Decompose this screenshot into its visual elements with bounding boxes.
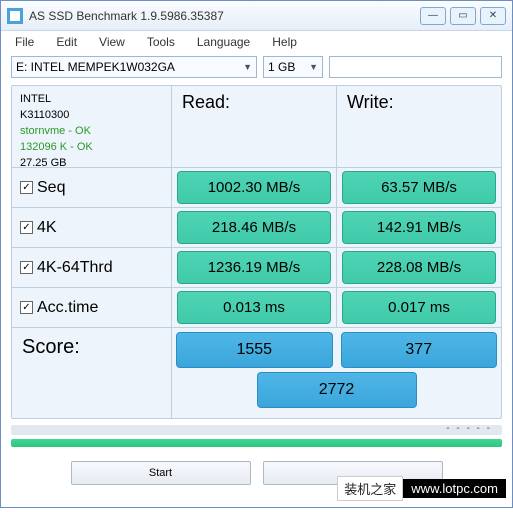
titlebar: AS SSD Benchmark 1.9.5986.35387 — ▭ ✕ bbox=[1, 1, 512, 31]
minimize-button[interactable]: — bbox=[420, 7, 446, 25]
4k-read: 218.46 MB/s bbox=[177, 211, 331, 244]
menu-edit[interactable]: Edit bbox=[56, 35, 77, 49]
drive-info: INTEL K3110300 stornvme - OK 132096 K - … bbox=[12, 86, 172, 167]
row-4k-64thrd: ✓ 4K-64Thrd 1236.19 MB/s 228.08 MB/s bbox=[12, 248, 501, 288]
menu-view[interactable]: View bbox=[99, 35, 125, 49]
info-model: K3110300 bbox=[20, 108, 163, 124]
label-score: Score: bbox=[12, 328, 172, 418]
checkbox-4k64[interactable]: ✓ bbox=[20, 261, 33, 274]
seq-write: 63.57 MB/s bbox=[342, 171, 496, 204]
drive-select-value: E: INTEL MEMPEK1W032GA bbox=[16, 60, 175, 74]
score-read: 1555 bbox=[176, 332, 333, 368]
results-panel: INTEL K3110300 stornvme - OK 132096 K - … bbox=[11, 85, 502, 419]
4k-write: 142.91 MB/s bbox=[342, 211, 496, 244]
chevron-down-icon: ▼ bbox=[309, 62, 318, 72]
score-total: 2772 bbox=[257, 372, 417, 408]
progress-area: - - - - - bbox=[11, 425, 502, 447]
drive-select[interactable]: E: INTEL MEMPEK1W032GA ▼ bbox=[11, 56, 257, 78]
menubar: File Edit View Tools Language Help bbox=[1, 31, 512, 53]
checkbox-seq[interactable]: ✓ bbox=[20, 181, 33, 194]
chevron-down-icon: ▼ bbox=[243, 62, 252, 72]
row-score: Score: 1555 377 2772 bbox=[12, 328, 501, 418]
acc-read: 0.013 ms bbox=[177, 291, 331, 324]
seq-read: 1002.30 MB/s bbox=[177, 171, 331, 204]
checkbox-4k[interactable]: ✓ bbox=[20, 221, 33, 234]
label-4k: 4K bbox=[37, 219, 57, 237]
progress-bar bbox=[11, 439, 502, 447]
watermark-url: www.lotpc.com bbox=[403, 479, 506, 498]
toolbar: E: INTEL MEMPEK1W032GA ▼ 1 GB ▼ bbox=[1, 53, 512, 81]
row-acc-time: ✓ Acc.time 0.013 ms 0.017 ms bbox=[12, 288, 501, 328]
watermark: 装机之家 www.lotpc.com bbox=[337, 476, 506, 501]
menu-file[interactable]: File bbox=[15, 35, 34, 49]
text-input[interactable] bbox=[329, 56, 502, 78]
watermark-text: 装机之家 bbox=[337, 476, 403, 501]
label-seq: Seq bbox=[37, 179, 65, 197]
app-window: AS SSD Benchmark 1.9.5986.35387 — ▭ ✕ Fi… bbox=[0, 0, 513, 508]
checkbox-acc[interactable]: ✓ bbox=[20, 301, 33, 314]
header-write: Write: bbox=[337, 86, 501, 167]
label-4k64: 4K-64Thrd bbox=[37, 259, 113, 277]
menu-language[interactable]: Language bbox=[197, 35, 250, 49]
4k64-write: 228.08 MB/s bbox=[342, 251, 496, 284]
row-seq: ✓ Seq 1002.30 MB/s 63.57 MB/s bbox=[12, 168, 501, 208]
app-icon bbox=[7, 8, 23, 24]
maximize-button[interactable]: ▭ bbox=[450, 7, 476, 25]
4k64-read: 1236.19 MB/s bbox=[177, 251, 331, 284]
acc-write: 0.017 ms bbox=[342, 291, 496, 324]
size-select[interactable]: 1 GB ▼ bbox=[263, 56, 323, 78]
score-write: 377 bbox=[341, 332, 498, 368]
info-vendor: INTEL bbox=[20, 92, 163, 108]
menu-tools[interactable]: Tools bbox=[147, 35, 175, 49]
size-select-value: 1 GB bbox=[268, 60, 295, 74]
window-title: AS SSD Benchmark 1.9.5986.35387 bbox=[29, 9, 420, 23]
row-4k: ✓ 4K 218.46 MB/s 142.91 MB/s bbox=[12, 208, 501, 248]
info-driver: stornvme - OK bbox=[20, 124, 163, 140]
label-acc: Acc.time bbox=[37, 299, 98, 317]
progress-marks: - - - - - bbox=[446, 423, 492, 434]
header-read: Read: bbox=[172, 86, 337, 167]
info-partition: 132096 K - OK bbox=[20, 140, 163, 156]
menu-help[interactable]: Help bbox=[272, 35, 297, 49]
close-button[interactable]: ✕ bbox=[480, 7, 506, 25]
start-button[interactable]: Start bbox=[71, 461, 251, 485]
